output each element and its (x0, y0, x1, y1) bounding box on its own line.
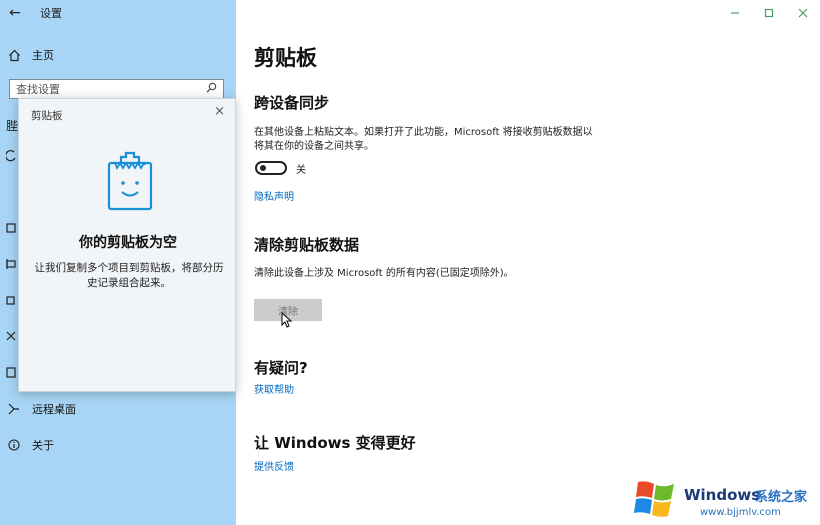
tablet-icon (6, 222, 16, 237)
clear-section-title: 清除剪贴板数据 (254, 236, 360, 254)
improve-section-title: 让 Windows 变得更好 (254, 434, 416, 452)
sync-toggle[interactable] (255, 161, 287, 175)
sync-section-title: 跨设备同步 (254, 94, 330, 112)
privacy-statement-link[interactable]: 隐私声明 (254, 188, 294, 203)
app-title: 设置 (40, 7, 62, 20)
info-icon (0, 439, 28, 451)
sidebar-item-label: 远程桌面 (32, 403, 76, 416)
nav-fragment-icon: 䏶 (6, 119, 19, 133)
toggle-knob (260, 165, 266, 171)
nav-home-label: 主页 (32, 49, 54, 62)
main-content: 剪贴板 跨设备同步 在其他设备上粘贴文本。如果打开了此功能，Microsoft … (236, 0, 820, 525)
search-input[interactable] (16, 82, 206, 96)
project-icon (6, 294, 16, 309)
sync-toggle-label: 关 (296, 165, 306, 176)
home-icon (0, 49, 28, 62)
sidebar-item-label: 关于 (32, 439, 54, 452)
clipboard-nav-icon (6, 366, 16, 381)
watermark-brand: Windows (684, 486, 761, 504)
titlebar-left: ← 设置 (0, 0, 236, 26)
multitask-icon (6, 258, 16, 273)
question-section-title: 有疑问? (254, 359, 308, 377)
sync-description: 在其他设备上粘贴文本。如果打开了此功能，Microsoft 将接收剪贴板数据以将… (254, 127, 593, 152)
watermark: Windows 系统之家 www.bjjmlv.com (630, 476, 820, 525)
clock-icon (5, 150, 16, 165)
watermark-url: www.bjjmlv.com (700, 507, 781, 518)
popup-title: 剪贴板 (31, 110, 63, 122)
search-icon (206, 82, 217, 96)
get-help-link[interactable]: 获取帮助 (254, 381, 294, 396)
remote-desktop-icon (0, 403, 28, 415)
windows-logo-icon (634, 481, 674, 517)
mouse-cursor-icon (281, 312, 293, 328)
shared-experiences-icon (6, 330, 16, 345)
feedback-link[interactable]: 提供反馈 (254, 458, 294, 473)
popup-heading: 你的剪贴板为空 (79, 235, 177, 251)
nav-home[interactable]: 主页 (0, 44, 236, 66)
popup-description: 让我们复制多个项目到剪贴板，将部分历史记录组合起来。 (34, 262, 224, 289)
page-title: 剪贴板 (254, 46, 317, 70)
clipboard-history-popup: 剪贴板 × 你的剪贴板为空 让我们复制多个项目到剪贴板，将部分历史记录组合起来。 (18, 98, 236, 392)
search-box[interactable] (9, 79, 224, 99)
watermark-brand-cn: 系统之家 (755, 490, 808, 505)
sidebar-item-remote-desktop[interactable]: 远程桌面 (0, 398, 236, 420)
clear-description: 清除此设备上涉及 Microsoft 的所有内容(已固定项除外)。 (254, 268, 514, 279)
empty-clipboard-icon (107, 151, 153, 211)
close-icon[interactable]: × (214, 104, 225, 119)
sidebar-item-about[interactable]: 关于 (0, 434, 236, 456)
back-button[interactable]: ← (0, 0, 30, 26)
back-arrow-icon: ← (9, 5, 21, 21)
